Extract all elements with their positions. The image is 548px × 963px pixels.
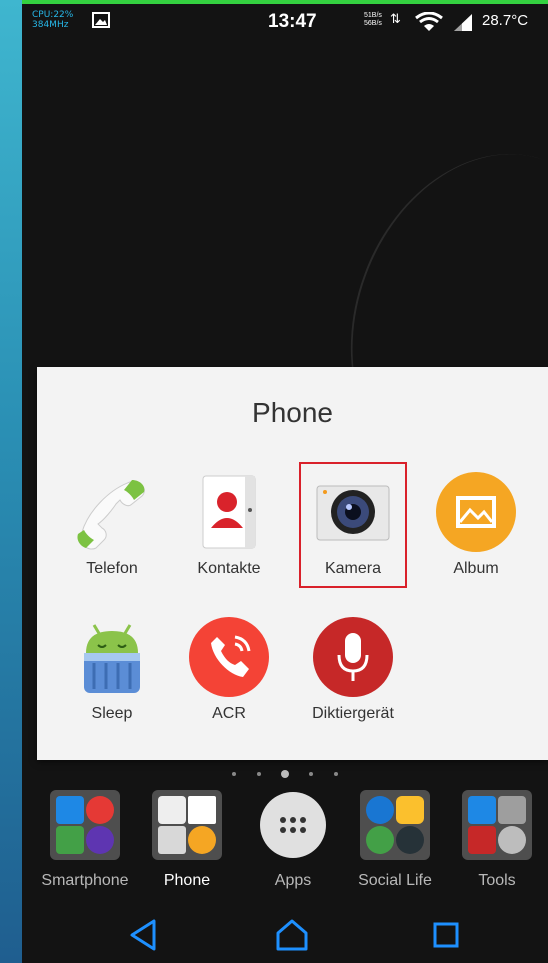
page-dot[interactable] (232, 771, 237, 776)
cpu-usage: CPU:22% (32, 10, 74, 20)
network-speed: 51B/s 56B/s (364, 12, 382, 28)
dock-label: Tools (478, 872, 516, 889)
album-icon (436, 472, 516, 552)
cpu-frequency: 384MHz (32, 20, 69, 30)
folder-title[interactable]: Phone (37, 397, 548, 429)
phone-folder-icon (152, 790, 222, 860)
navigation-bar (22, 905, 548, 963)
dock-smartphone[interactable]: Smartphone (35, 790, 135, 890)
smartphone-folder-icon (50, 790, 120, 860)
dock-apps[interactable]: Apps (243, 790, 343, 890)
selection-highlight (299, 462, 407, 588)
folder-popup: Phone Telefon Kontakte Kamera Album Slee… (37, 367, 548, 760)
page-indicator (22, 765, 548, 778)
image-notification-icon (92, 12, 110, 28)
app-acr[interactable]: ACR (174, 617, 284, 723)
net-up-speed: 51B/s (364, 12, 382, 19)
phone-screen: CPU:22% 384MHz 13:47 51B/s 56B/s ⇅ 28.7°… (22, 0, 548, 963)
app-label: Album (453, 560, 499, 577)
app-diktiergeraet[interactable]: Diktiergerät (298, 617, 408, 723)
dock-label: Phone (163, 872, 211, 889)
phone-handset-icon (72, 472, 152, 552)
app-label: Diktiergerät (312, 705, 394, 722)
app-label: Kontakte (197, 560, 261, 577)
dock-phone[interactable]: Phone (137, 790, 237, 890)
microphone-icon (313, 617, 393, 697)
dock-label: Smartphone (41, 872, 129, 889)
back-icon[interactable] (124, 915, 164, 955)
app-label: ACR (212, 705, 246, 722)
app-label: Telefon (86, 560, 138, 577)
cpu-readout: CPU:22% 384MHz (32, 10, 73, 30)
tools-folder-icon (462, 790, 532, 860)
dock-tools[interactable]: Tools (447, 790, 547, 890)
clock: 13:47 (268, 11, 317, 32)
page-dot[interactable] (333, 771, 338, 776)
android-sleep-icon (72, 617, 152, 697)
home-icon[interactable] (272, 915, 312, 955)
app-label: Sleep (91, 705, 133, 722)
call-recorder-icon (189, 617, 269, 697)
net-down-speed: 56B/s (364, 20, 382, 27)
app-telefon[interactable]: Telefon (57, 472, 167, 578)
page-dot[interactable] (256, 771, 261, 776)
temperature: 28.7°C (482, 12, 529, 29)
contacts-icon (189, 472, 269, 552)
app-kontakte[interactable]: Kontakte (174, 472, 284, 578)
data-transfer-icon: ⇅ (390, 11, 401, 26)
page-dot[interactable] (309, 771, 314, 776)
dock-social-life[interactable]: Social Life (345, 790, 445, 890)
apps-drawer-icon (258, 790, 328, 860)
dock-label: Social Life (358, 872, 432, 889)
dock: Smartphone Phone Apps Social Life Tools (22, 785, 548, 905)
signal-strength-icon (454, 14, 472, 31)
app-sleep[interactable]: Sleep (57, 617, 167, 723)
page-dot-active[interactable] (281, 769, 289, 778)
app-album[interactable]: Album (421, 472, 531, 578)
recent-apps-icon[interactable] (426, 915, 466, 955)
status-bar: CPU:22% 384MHz 13:47 51B/s 56B/s ⇅ 28.7°… (22, 4, 548, 38)
dock-label: Apps (274, 872, 312, 889)
wifi-icon (415, 12, 443, 31)
social-folder-icon (360, 790, 430, 860)
